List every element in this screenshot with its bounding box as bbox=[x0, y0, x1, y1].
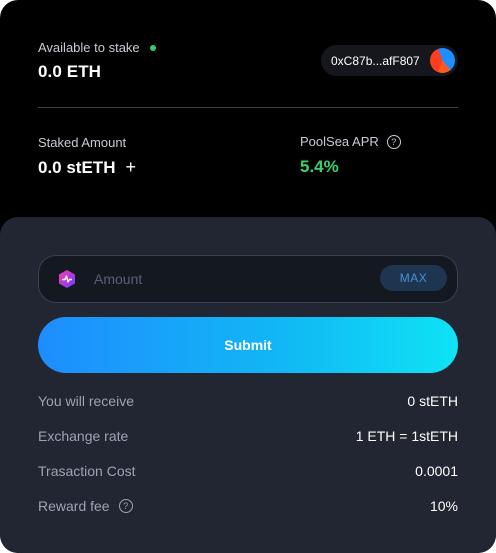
available-label-text: Available to stake bbox=[38, 40, 140, 55]
reward-fee-help-icon[interactable]: ? bbox=[118, 499, 133, 513]
wallet-avatar-icon bbox=[430, 48, 455, 73]
staked-amount: 0.0 stETH + bbox=[38, 157, 136, 178]
detail-label: Exchange rate bbox=[38, 428, 129, 444]
apr-help-icon[interactable]: ? bbox=[386, 134, 401, 149]
token-icon bbox=[59, 270, 75, 288]
apr-label-text: PoolSea APR bbox=[300, 134, 379, 149]
status-dot-icon bbox=[149, 44, 156, 51]
wallet-address: 0xC87b...afF807 bbox=[331, 53, 420, 68]
detail-label: You will receive bbox=[38, 393, 134, 409]
apr-label: PoolSea APR ? bbox=[300, 134, 401, 149]
detail-value: 10% bbox=[429, 498, 458, 514]
max-button[interactable]: MAX bbox=[380, 265, 447, 291]
staked-amount-label: Staked Amount bbox=[38, 135, 127, 150]
staked-amount-value: 0.0 stETH bbox=[38, 157, 116, 177]
detail-value: 1 ETH = 1stETH bbox=[355, 428, 458, 444]
available-to-stake-label: Available to stake bbox=[38, 40, 156, 55]
detail-row-transaction-cost: Trasaction Cost 0.0001 bbox=[38, 461, 458, 481]
stake-form-panel: MAX Submit You will receive 0 stETH Exch… bbox=[0, 217, 496, 553]
apr-value: 5.4% bbox=[300, 157, 339, 176]
detail-row-receive: You will receive 0 stETH bbox=[38, 391, 458, 411]
detail-row-exchange-rate: Exchange rate 1 ETH = 1stETH bbox=[38, 426, 458, 446]
amount-field[interactable]: MAX bbox=[38, 255, 458, 303]
detail-label: Trasaction Cost bbox=[38, 463, 136, 479]
submit-button[interactable]: Submit bbox=[38, 317, 458, 373]
divider bbox=[38, 107, 458, 108]
detail-row-reward-fee: Reward fee ? 10% bbox=[38, 496, 458, 516]
available-balance: 0.0 ETH bbox=[38, 62, 102, 81]
detail-value: 0 stETH bbox=[407, 393, 458, 409]
wallet-address-button[interactable]: 0xC87b...afF807 bbox=[321, 45, 458, 76]
detail-value: 0.0001 bbox=[415, 463, 458, 479]
amount-input[interactable] bbox=[94, 256, 374, 302]
detail-label: Reward fee bbox=[38, 498, 110, 514]
detail-label-group: Reward fee ? bbox=[38, 498, 133, 514]
stake-card: Available to stake 0.0 ETH 0xC87b...afF8… bbox=[0, 0, 496, 553]
add-token-plus-icon[interactable]: + bbox=[125, 157, 136, 178]
